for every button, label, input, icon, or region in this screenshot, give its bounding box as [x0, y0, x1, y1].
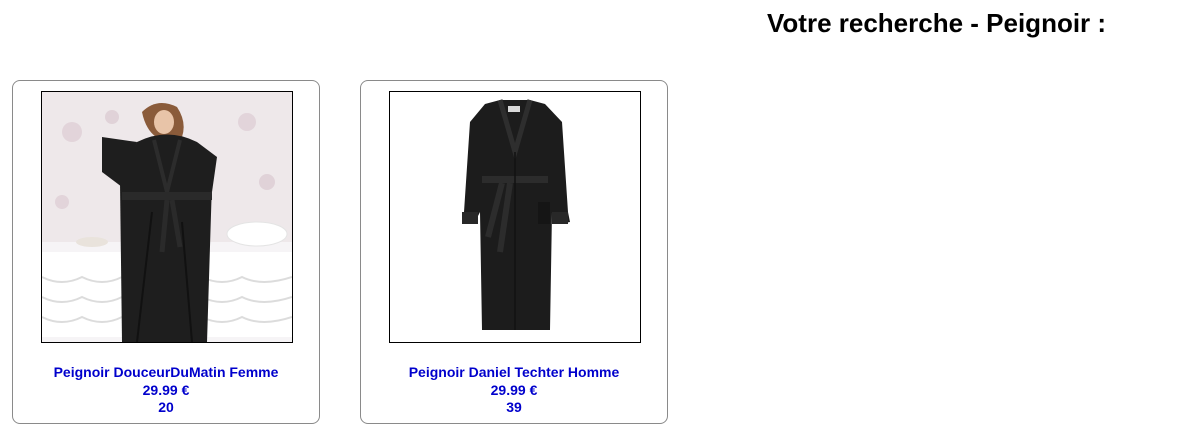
product-list: Peignoir DouceurDuMatin Femme 29.99 € 20 — [12, 80, 668, 424]
product-info: Peignoir DouceurDuMatin Femme 29.99 € 20 — [13, 364, 319, 417]
product-quantity: 39 — [506, 399, 522, 415]
woman-bathrobe-photo-icon — [42, 92, 292, 342]
product-card[interactable]: Peignoir Daniel Techter Homme 29.99 € 39 — [360, 80, 668, 424]
bathrobe-product-photo-icon — [390, 92, 640, 342]
product-name-link[interactable]: Peignoir DouceurDuMatin Femme — [13, 364, 319, 382]
product-image-woman-bathrobe[interactable] — [41, 91, 293, 343]
product-quantity: 20 — [158, 399, 174, 415]
product-card[interactable]: Peignoir DouceurDuMatin Femme 29.99 € 20 — [12, 80, 320, 424]
product-price: 29.99 € — [142, 381, 190, 398]
page-title: Votre recherche - Peignoir : — [767, 8, 1107, 38]
product-info: Peignoir Daniel Techter Homme 29.99 € 39 — [361, 364, 667, 417]
search-results-page: Votre recherche - Peignoir : Peignoir Do… — [0, 0, 1201, 436]
product-name-link[interactable]: Peignoir Daniel Techter Homme — [361, 364, 667, 382]
product-price: 29.99 € — [490, 381, 538, 398]
product-image-bathrobe[interactable] — [389, 91, 641, 343]
